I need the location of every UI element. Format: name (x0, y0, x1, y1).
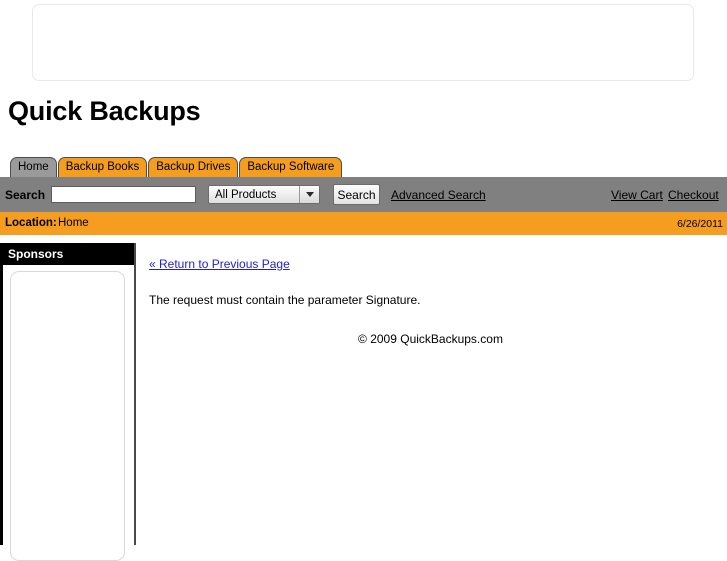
sponsors-header: Sponsors (3, 243, 134, 265)
main-tab-navigation: Home Backup Books Backup Drives Backup S… (10, 156, 343, 177)
tab-backup-books[interactable]: Backup Books (57, 157, 148, 177)
advanced-search-link[interactable]: Advanced Search (391, 188, 486, 202)
breadcrumb[interactable]: Home (58, 217, 89, 229)
current-date: 6/26/2011 (677, 218, 723, 230)
category-select-value: All Products (215, 188, 277, 201)
search-label: Search (5, 188, 46, 202)
return-to-previous-page-link[interactable]: « Return to Previous Page (149, 257, 290, 271)
main-content-area: « Return to Previous Page The request mu… (149, 250, 719, 346)
error-message: The request must contain the parameter S… (149, 293, 421, 307)
top-banner-ad-placeholder (32, 4, 694, 81)
location-label: Location: (5, 217, 57, 229)
checkout-link[interactable]: Checkout (668, 188, 719, 202)
chevron-down-icon (299, 186, 319, 203)
location-breadcrumb-bar: Location: Home 6/26/2011 (0, 212, 727, 235)
sponsor-ad-placeholder (10, 271, 125, 561)
search-button[interactable]: Search (333, 184, 380, 205)
view-cart-link[interactable]: View Cart (611, 188, 663, 202)
tab-backup-software[interactable]: Backup Software (239, 157, 343, 177)
search-input[interactable] (51, 186, 196, 203)
copyright-notice: © 2009 QuickBackups.com (358, 332, 503, 346)
page-title: Quick Backups (8, 96, 201, 126)
sponsors-sidebar: Sponsors (0, 243, 136, 561)
tab-backup-drives[interactable]: Backup Drives (148, 157, 239, 177)
tab-home[interactable]: Home (10, 157, 57, 177)
category-select[interactable]: All Products (208, 185, 320, 204)
